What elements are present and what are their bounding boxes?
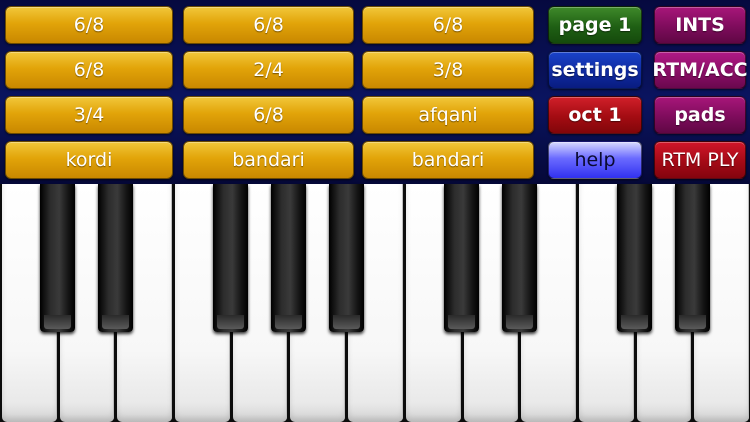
pads-button[interactable]: pads xyxy=(654,96,746,134)
rhythm-button-r4-c3[interactable]: bandari xyxy=(362,141,534,179)
black-key-6[interactable] xyxy=(444,184,480,332)
black-key-4[interactable] xyxy=(270,184,306,332)
piano-keyboard xyxy=(0,184,750,422)
rhythm-button-r4-c2[interactable]: bandari xyxy=(183,141,354,179)
black-key-3[interactable] xyxy=(213,184,249,332)
rhythm-button-r3-c2[interactable]: 6/8 xyxy=(183,96,354,134)
rhythm-button-r1-c2[interactable]: 6/8 xyxy=(183,6,354,44)
rhythm-button-r4-c1[interactable]: kordi xyxy=(5,141,173,179)
rtm-acc-button[interactable]: RTM/ACC xyxy=(652,51,748,89)
black-key-5[interactable] xyxy=(328,184,364,332)
rhythm-button-r3-c3[interactable]: afqani xyxy=(362,96,534,134)
black-key-7[interactable] xyxy=(501,184,537,332)
octave-button[interactable]: oct 1 xyxy=(548,96,642,134)
rhythm-button-r2-c2[interactable]: 2/4 xyxy=(183,51,354,89)
ints-button[interactable]: INTS xyxy=(654,6,746,44)
help-button[interactable]: help xyxy=(548,141,642,179)
rtm-ply-button[interactable]: RTM PLY xyxy=(654,141,746,179)
rhythm-button-r3-c1[interactable]: 3/4 xyxy=(5,96,173,134)
black-key-1[interactable] xyxy=(40,184,76,332)
settings-button[interactable]: settings xyxy=(548,51,642,89)
black-key-8[interactable] xyxy=(617,184,653,332)
rhythm-button-r1-c3[interactable]: 6/8 xyxy=(362,6,534,44)
rhythm-button-r1-c1[interactable]: 6/8 xyxy=(5,6,173,44)
rhythm-button-r2-c3[interactable]: 3/8 xyxy=(362,51,534,89)
page-button[interactable]: page 1 xyxy=(548,6,642,44)
black-key-2[interactable] xyxy=(97,184,133,332)
control-panel: 6/8 6/8 6/8 6/8 2/4 3/8 3/4 6/8 afqani k… xyxy=(0,0,750,184)
rhythm-button-r2-c1[interactable]: 6/8 xyxy=(5,51,173,89)
black-key-9[interactable] xyxy=(674,184,710,332)
